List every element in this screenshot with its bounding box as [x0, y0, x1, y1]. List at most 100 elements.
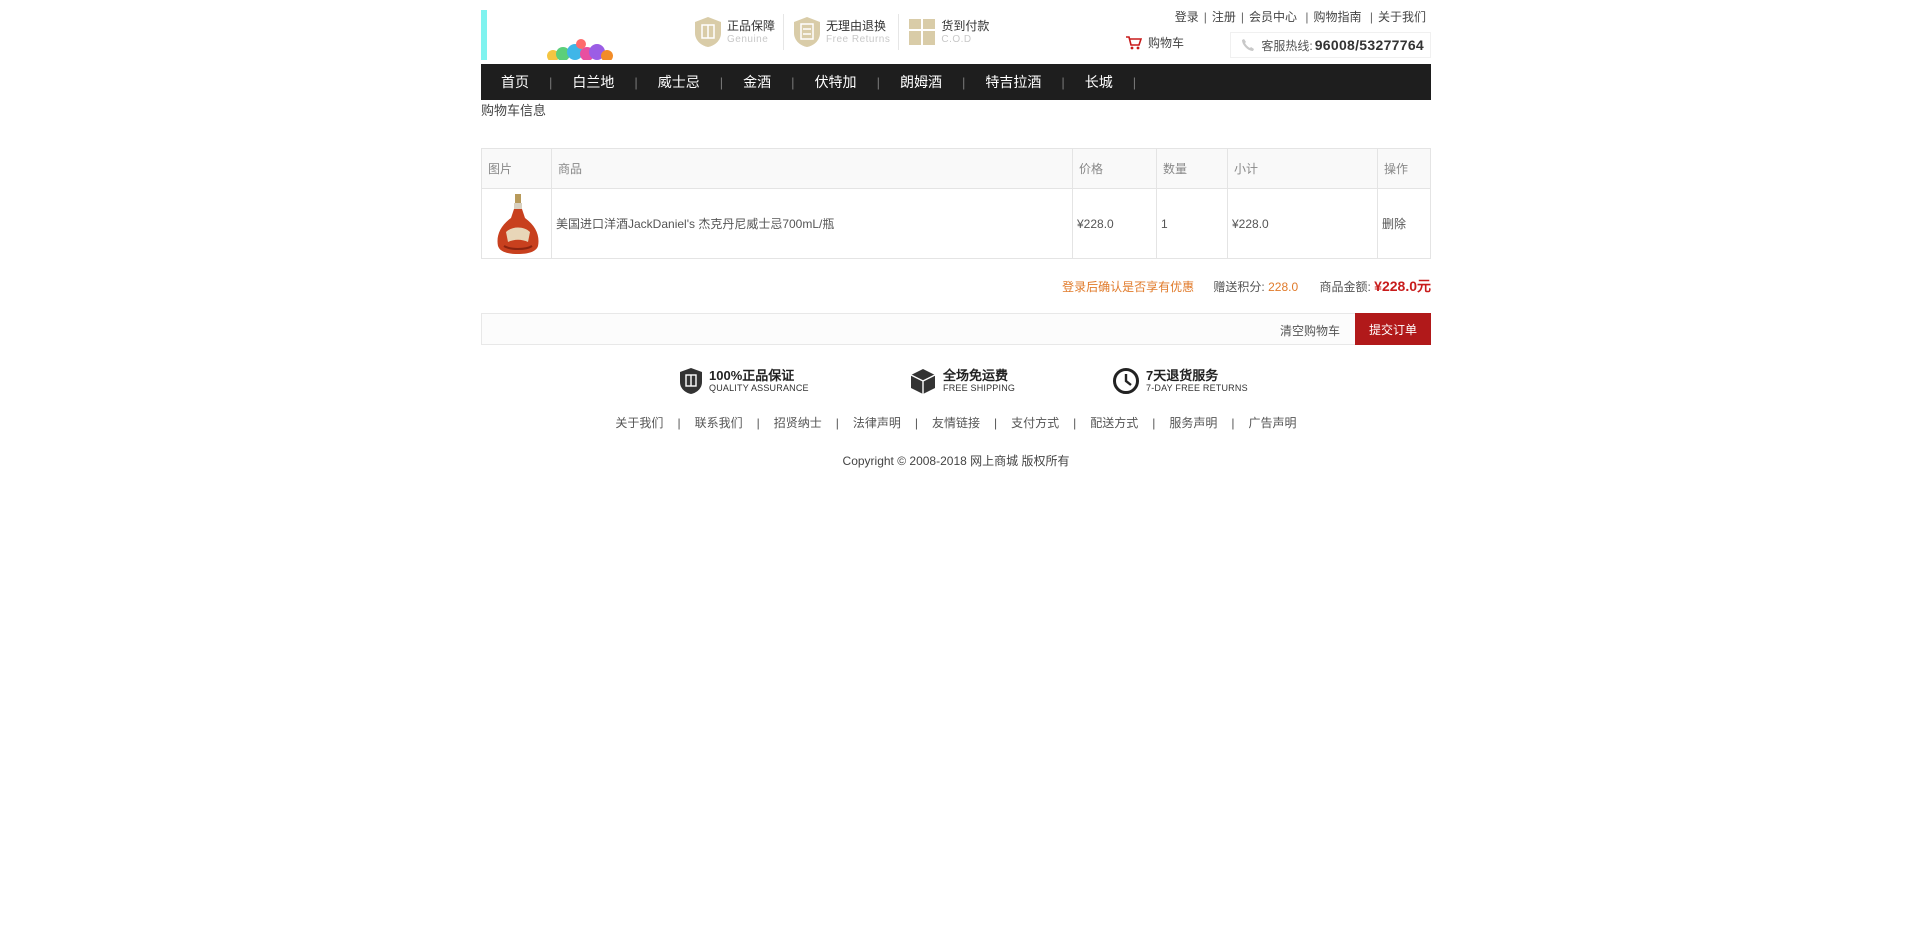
customer-hotline: 客服热线: 96008/53277764 [1230, 32, 1431, 58]
separator: | [914, 416, 918, 430]
separator: | [1152, 416, 1156, 430]
separator: | [994, 416, 998, 430]
member-center-link[interactable]: 会员中心 [1249, 10, 1297, 24]
copyright: Copyright © 2008-2018 网上商城 版权所有 [842, 454, 1070, 468]
nav-item-greatwall[interactable]: 长城 [1065, 72, 1133, 92]
guarantee-shipping: 全场免运费 FREE SHIPPING [909, 367, 1112, 395]
logo-art [547, 39, 613, 60]
guarantee-title: 100%正品保证 [709, 367, 795, 383]
cart-summary: 登录后确认是否享有优惠 赠送积分: 228.0 商品金额: ¥228.0元 [1062, 276, 1431, 296]
guarantee-subtitle: QUALITY ASSURANCE [709, 382, 809, 393]
cart-table: 图片 商品 价格 数量 小计 操作 美国进口洋酒JackDaniel's 杰克丹… [481, 148, 1431, 259]
separator: | [677, 416, 681, 430]
guarantee-quality: 100%正品保证 QUALITY ASSURANCE [679, 367, 909, 395]
site-logo[interactable] [481, 10, 631, 60]
nav-item-gin[interactable]: 金酒 [723, 72, 791, 92]
login-hint[interactable]: 登录后确认是否享有优惠 [1062, 280, 1194, 294]
promise-genuine: 正品保障 Genuine [693, 14, 785, 50]
nav-item-tequila[interactable]: 特吉拉酒 [965, 72, 1061, 92]
hotline-number: 96008/53277764 [1314, 37, 1424, 53]
footer-link-service[interactable]: 服务声明 [1169, 416, 1217, 430]
clock-icon [1113, 368, 1139, 394]
promise-returns: 无理由退换 Free Returns [792, 14, 900, 50]
points-value: 228.0 [1268, 280, 1299, 294]
col-header-product: 商品 [551, 148, 1073, 189]
promise-subtitle: Genuine [727, 33, 769, 45]
delete-link[interactable]: 删除 [1377, 188, 1431, 259]
guarantee-title: 7天退货服务 [1146, 367, 1219, 383]
cart-action-bar: 清空购物车 提交订单 [481, 313, 1431, 345]
footer-link-payment[interactable]: 支付方式 [1011, 416, 1059, 430]
amount-label: 商品金额: [1319, 280, 1371, 294]
product-quantity: 1 [1156, 188, 1228, 259]
footer-link-friends[interactable]: 友情链接 [932, 416, 980, 430]
page-wrapper: 正品保障 Genuine 无理由退换 Free Returns 货到付款 C.O… [481, 0, 1431, 468]
about-us-link[interactable]: 关于我们 [1378, 10, 1426, 24]
guarantee-subtitle: 7-DAY FREE RETURNS [1146, 382, 1248, 393]
promise-cod: 货到付款 C.O.D [907, 14, 997, 50]
promise-subtitle: C.O.D [941, 33, 972, 45]
separator: | [1240, 10, 1245, 24]
separator: | [1302, 10, 1309, 24]
cart-label: 购物车 [1148, 36, 1185, 50]
footer-link-ads[interactable]: 广告声明 [1249, 416, 1297, 430]
col-header-price: 价格 [1072, 148, 1157, 189]
footer-link-legal[interactable]: 法律声明 [853, 416, 901, 430]
service-promises: 正品保障 Genuine 无理由退换 Free Returns 货到付款 C.O… [693, 14, 1005, 50]
separator: | [1132, 74, 1137, 90]
nav-item-whisky[interactable]: 威士忌 [638, 72, 720, 92]
clear-cart-button[interactable]: 清空购物车 [1280, 322, 1340, 339]
nav-item-brandy[interactable]: 白兰地 [552, 72, 634, 92]
promise-title: 无理由退换 [826, 18, 887, 33]
register-link[interactable]: 注册 [1212, 10, 1236, 24]
promise-subtitle: Free Returns [826, 33, 891, 45]
footer-link-delivery[interactable]: 配送方式 [1090, 416, 1138, 430]
cart-icon [1126, 35, 1142, 49]
nav-item-vodka[interactable]: 伏特加 [795, 72, 877, 92]
product-image-cell [481, 188, 552, 259]
footer-link-contact[interactable]: 联系我们 [695, 416, 743, 430]
logo-bar [481, 10, 487, 60]
separator: | [835, 416, 839, 430]
separator: | [1231, 416, 1235, 430]
footer-links: 关于我们 | 联系我们 | 招贤纳士 | 法律声明 | 友情链接 | 支付方式 | 配送方式 | 服务声明 |… [481, 414, 1431, 431]
shopping-guide-link[interactable]: 购物指南 [1314, 10, 1362, 24]
cod-badge-icon [909, 19, 936, 45]
col-header-subtotal: 小计 [1227, 148, 1378, 189]
genuine-badge-icon [695, 17, 721, 47]
footer-link-about[interactable]: 关于我们 [615, 416, 663, 430]
top-links: 登录 | 注册 | 会员中心 | 购物指南 | 关于我们 [1175, 8, 1426, 25]
guarantee-title: 全场免运费 [943, 367, 1009, 383]
shield-icon [680, 368, 702, 394]
table-header-row: 图片 商品 价格 数量 小计 操作 [481, 148, 1431, 189]
col-header-image: 图片 [481, 148, 552, 189]
product-image[interactable] [492, 192, 544, 256]
guarantee-subtitle: FREE SHIPPING [943, 382, 1016, 393]
guarantee-strip: 100%正品保证 QUALITY ASSURANCE 全场免运费 FREE SH… [679, 367, 1272, 395]
phone-icon [1242, 39, 1255, 51]
amount-value: ¥228.0元 [1374, 278, 1431, 294]
promise-title: 正品保障 [727, 18, 776, 33]
col-header-action: 操作 [1377, 148, 1431, 189]
page-title: 购物车信息 [481, 103, 547, 118]
points-label: 赠送积分: [1213, 280, 1265, 294]
product-price: ¥228.0 [1072, 188, 1157, 259]
submit-order-button[interactable]: 提交订单 [1355, 313, 1431, 345]
col-header-quantity: 数量 [1156, 148, 1228, 189]
main-nav: 首页 | 白兰地 | 威士忌 | 金酒 | 伏特加 | 朗姆酒 | 特吉拉酒 | 长城 | [481, 64, 1431, 100]
promise-title: 货到付款 [941, 18, 990, 33]
separator: | [1366, 10, 1373, 24]
hotline-label: 客服热线: [1261, 38, 1313, 53]
footer-link-careers[interactable]: 招贤纳士 [774, 416, 822, 430]
login-link[interactable]: 登录 [1175, 10, 1199, 24]
nav-item-rum[interactable]: 朗姆酒 [880, 72, 962, 92]
header-cart-link[interactable]: 购物车 [1126, 34, 1184, 51]
nav-item-home[interactable]: 首页 [481, 72, 549, 92]
table-row: 美国进口洋酒JackDaniel's 杰克丹尼威士忌700mL/瓶 ¥228.0… [481, 188, 1431, 259]
product-subtotal: ¥228.0 [1227, 188, 1378, 259]
separator: | [1203, 10, 1207, 24]
returns-badge-icon [794, 17, 821, 47]
separator: | [756, 416, 760, 430]
product-name[interactable]: 美国进口洋酒JackDaniel's 杰克丹尼威士忌700mL/瓶 [551, 188, 1073, 259]
separator: | [1073, 416, 1077, 430]
